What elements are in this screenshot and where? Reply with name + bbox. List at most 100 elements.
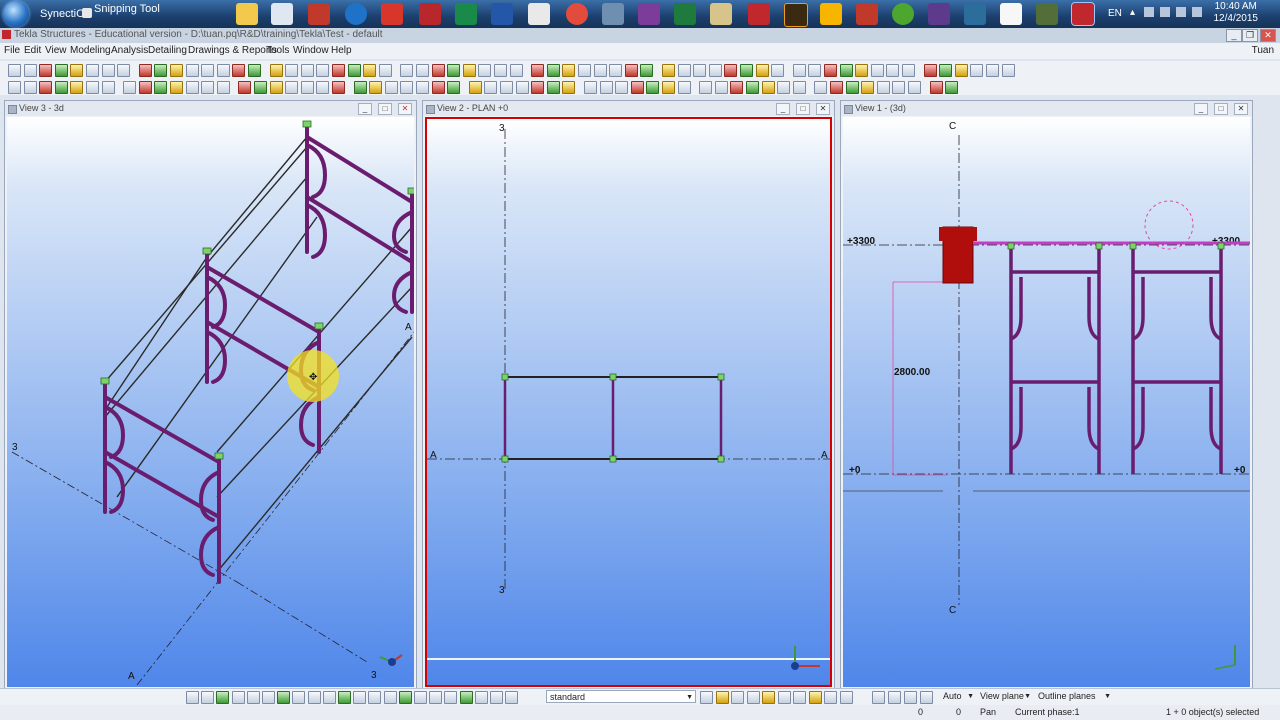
revit-icon[interactable] — [491, 3, 513, 25]
view-3d-canvas[interactable]: 3 A A 3 ✥ — [7, 117, 414, 687]
modeling-toolbar-button-19[interactable] — [300, 81, 314, 94]
modeling-toolbar-button-18[interactable] — [285, 81, 299, 94]
standard-toolbar-button-6[interactable] — [86, 64, 99, 77]
standard-toolbar-button-43[interactable] — [693, 64, 707, 77]
modeling-toolbar-button-15[interactable] — [238, 81, 252, 94]
select-switch-button-10[interactable] — [839, 691, 853, 704]
modeling-toolbar-button-53[interactable] — [861, 81, 875, 94]
modeling-toolbar-button-29[interactable] — [468, 81, 482, 94]
standard-toolbar-button-15[interactable] — [232, 64, 246, 77]
modeling-toolbar-button-23[interactable] — [369, 81, 383, 94]
standard-toolbar-button-17[interactable] — [269, 64, 283, 77]
autocad-2-icon[interactable] — [381, 3, 403, 25]
view-elevation-window[interactable]: View 1 - (3d) _ □ ✕ C C +3300 +3300 +0 +… — [840, 100, 1253, 690]
start-button[interactable] — [3, 1, 29, 27]
select-switch-button-5[interactable] — [762, 691, 775, 704]
plane-button-1[interactable] — [872, 691, 885, 704]
menu-file[interactable]: File — [4, 45, 20, 56]
snap-button-5[interactable] — [246, 691, 260, 704]
internet-explorer-icon[interactable] — [345, 3, 367, 25]
snap-button-16[interactable] — [414, 691, 427, 704]
taskbar-item-snipping-tool[interactable]: Snipping Tool — [80, 2, 170, 26]
modeling-toolbar-button-7[interactable] — [101, 81, 115, 94]
green-app-icon[interactable] — [892, 3, 914, 25]
modeling-toolbar-button-8[interactable] — [123, 81, 137, 94]
onenote-icon[interactable] — [638, 3, 660, 25]
standard-toolbar-button-19[interactable] — [300, 64, 314, 77]
standard-toolbar-button-11[interactable] — [170, 64, 183, 77]
standard-toolbar-button-35[interactable] — [562, 64, 576, 77]
modeling-toolbar-button-25[interactable] — [400, 81, 414, 94]
modeling-toolbar-button-26[interactable] — [416, 81, 429, 94]
outlook-icon[interactable] — [820, 3, 842, 25]
plane-app-icon[interactable] — [602, 3, 624, 25]
excel-icon[interactable] — [674, 3, 696, 25]
view-minimize-button[interactable]: _ — [1194, 103, 1208, 115]
menu-detailing[interactable]: Detailing — [148, 45, 187, 56]
standard-toolbar-button-37[interactable] — [593, 64, 607, 77]
modeling-toolbar-button-41[interactable] — [662, 81, 675, 94]
standard-toolbar-button-8[interactable] — [117, 64, 131, 77]
snap-button-11[interactable] — [338, 691, 351, 704]
modeling-toolbar-button-17[interactable] — [269, 81, 283, 94]
standard-toolbar-button-36[interactable] — [578, 64, 591, 77]
volume-icon[interactable] — [1176, 7, 1186, 17]
standard-toolbar-button-7[interactable] — [101, 64, 115, 77]
tray-icon[interactable] — [1144, 7, 1154, 17]
snap-button-1[interactable] — [186, 691, 199, 704]
user-name[interactable]: Tuan — [1252, 45, 1274, 56]
modeling-toolbar-button-50[interactable] — [814, 81, 828, 94]
menu-drawings-reports[interactable]: Drawings & Reports — [188, 45, 277, 56]
standard-toolbar-button-39[interactable] — [624, 64, 638, 77]
select-switch-button-3[interactable] — [731, 691, 744, 704]
snap-setting-select[interactable]: standard ▼ — [546, 690, 696, 703]
modeling-toolbar-button-28[interactable] — [447, 81, 461, 94]
standard-toolbar-button-5[interactable] — [70, 64, 84, 77]
standard-toolbar-button-59[interactable] — [954, 64, 968, 77]
snap-button-4[interactable] — [231, 691, 245, 704]
standard-toolbar-button-38[interactable] — [609, 64, 623, 77]
autocad-icon[interactable] — [308, 3, 330, 25]
standard-toolbar-button-12[interactable] — [185, 64, 199, 77]
standard-toolbar-button-31[interactable] — [494, 64, 507, 77]
view-3d-window[interactable]: View 3 - 3d _ □ ✕ 3 A A 3 ✥ — [4, 100, 417, 690]
modeling-toolbar-button-49[interactable] — [792, 81, 806, 94]
illustrator-icon[interactable] — [784, 3, 808, 27]
modeling-toolbar-button-30[interactable] — [484, 81, 498, 94]
app-c-icon[interactable] — [1000, 3, 1022, 25]
standard-toolbar-button-32[interactable] — [509, 64, 523, 77]
grid-app-icon[interactable] — [856, 3, 878, 25]
select-switch-button-8[interactable] — [808, 691, 822, 704]
modeling-toolbar-button-24[interactable] — [384, 81, 398, 94]
auto-select[interactable]: Auto ▼ — [940, 690, 976, 703]
modeling-toolbar-button-55[interactable] — [892, 81, 906, 94]
plane-button-4[interactable] — [920, 691, 933, 704]
modeling-toolbar-button-13[interactable] — [201, 81, 215, 94]
modeling-toolbar-button-10[interactable] — [154, 81, 168, 94]
modeling-toolbar-button-14[interactable] — [216, 81, 230, 94]
snap-button-8[interactable] — [292, 691, 306, 704]
modeling-toolbar-button-20[interactable] — [316, 81, 330, 94]
standard-toolbar-button-49[interactable] — [792, 64, 806, 77]
modeling-toolbar-button-2[interactable] — [23, 81, 37, 94]
snap-button-17[interactable] — [429, 691, 443, 704]
select-switch-button-2[interactable] — [715, 691, 729, 704]
standard-toolbar-button-62[interactable] — [1001, 64, 1015, 77]
language-indicator[interactable]: EN — [1108, 8, 1122, 19]
menu-modeling[interactable]: Modeling — [70, 45, 111, 56]
snap-button-3[interactable] — [216, 691, 230, 704]
modeling-toolbar-button-11[interactable] — [170, 81, 183, 94]
view-elevation-canvas[interactable]: C C +3300 +3300 +0 +0 2800.00 — [843, 117, 1250, 687]
standard-toolbar-button-18[interactable] — [285, 64, 299, 77]
standard-toolbar-button-1[interactable] — [8, 64, 21, 77]
standard-toolbar-button-61[interactable] — [986, 64, 999, 77]
standard-toolbar-button-53[interactable] — [855, 64, 869, 77]
view-minimize-button[interactable]: _ — [776, 103, 790, 115]
standard-toolbar-button-10[interactable] — [154, 64, 168, 77]
modeling-toolbar-button-36[interactable] — [584, 81, 597, 94]
standard-toolbar-button-4[interactable] — [54, 64, 68, 77]
standard-toolbar-button-60[interactable] — [970, 64, 984, 77]
modeling-toolbar-button-22[interactable] — [353, 81, 367, 94]
modeling-toolbar-button-9[interactable] — [138, 81, 152, 94]
standard-toolbar-button-42[interactable] — [677, 64, 691, 77]
